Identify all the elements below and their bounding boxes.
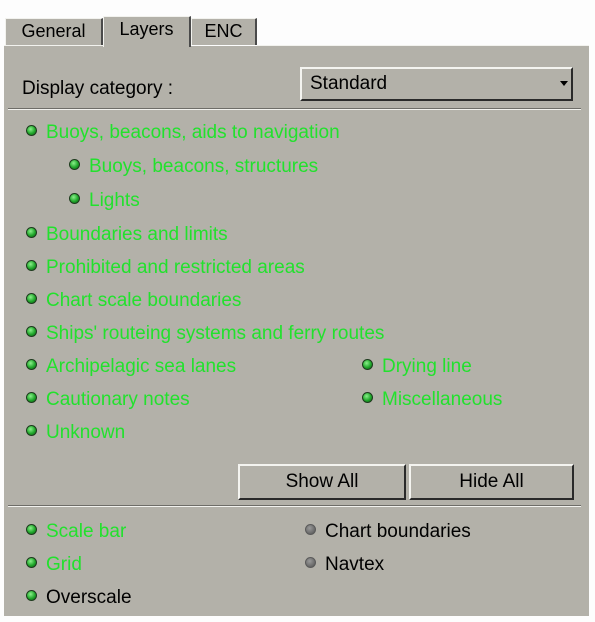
layer-label: Ships' routeing systems and ferry routes <box>46 323 385 344</box>
chevron-down-icon[interactable] <box>560 81 568 86</box>
option-label: Overscale <box>46 587 132 608</box>
layer-archipelagic-sea-lanes[interactable]: Archipelagic sea lanes <box>26 355 236 379</box>
radio-on-icon <box>26 260 37 272</box>
tab-general[interactable]: General <box>5 18 103 45</box>
radio-on-icon <box>26 293 37 305</box>
option-scale-bar[interactable]: Scale bar <box>26 520 126 544</box>
option-label: Grid <box>46 554 82 575</box>
radio-on-icon <box>362 359 373 371</box>
divider <box>8 506 581 507</box>
layer-prohibited-areas[interactable]: Prohibited and restricted areas <box>26 256 305 280</box>
radio-on-icon <box>26 227 37 239</box>
layer-label: Lights <box>89 190 140 211</box>
layer-label: Prohibited and restricted areas <box>46 257 305 278</box>
option-chart-boundaries[interactable]: Chart boundaries <box>305 520 471 544</box>
layer-lights[interactable]: Lights <box>69 189 140 213</box>
option-overscale[interactable]: Overscale <box>26 586 132 610</box>
layer-routeing-systems[interactable]: Ships' routeing systems and ferry routes <box>26 322 384 346</box>
display-category-value: Standard <box>310 73 388 94</box>
radio-on-icon <box>26 425 37 437</box>
hide-all-button[interactable]: Hide All <box>409 464 574 500</box>
layer-miscellaneous[interactable]: Miscellaneous <box>362 388 502 412</box>
layer-cautionary-notes[interactable]: Cautionary notes <box>26 388 190 412</box>
tab-layers[interactable]: Layers <box>103 16 191 47</box>
layer-label: Buoys, beacons, aids to navigation <box>46 122 340 143</box>
layer-label: Unknown <box>46 422 126 443</box>
layer-buoys-beacons-structures[interactable]: Buoys, beacons, structures <box>69 155 318 179</box>
radio-on-icon <box>26 590 37 602</box>
option-label: Scale bar <box>46 521 127 542</box>
tab-edge <box>4 45 103 46</box>
layer-label: Drying line <box>382 356 472 377</box>
radio-on-icon <box>26 359 37 371</box>
display-category-select[interactable]: Standard <box>300 67 573 101</box>
option-label: Navtex <box>325 554 385 575</box>
layer-label: Miscellaneous <box>382 389 503 410</box>
option-label: Chart boundaries <box>325 521 471 542</box>
radio-on-icon <box>362 392 373 404</box>
tab-edge <box>257 45 589 46</box>
radio-on-icon <box>26 392 37 404</box>
layer-unknown[interactable]: Unknown <box>26 421 125 445</box>
layer-buoys-beacons-aids[interactable]: Buoys, beacons, aids to navigation <box>26 121 340 145</box>
layer-chart-scale-boundaries[interactable]: Chart scale boundaries <box>26 289 241 313</box>
radio-off-icon <box>305 557 316 569</box>
radio-on-icon <box>69 193 80 205</box>
display-category-label: Display category : <box>22 78 174 99</box>
layer-boundaries-limits[interactable]: Boundaries and limits <box>26 223 228 247</box>
layer-label: Buoys, beacons, structures <box>89 156 319 177</box>
radio-on-icon <box>26 557 37 569</box>
layers-panel: General Layers ENC Display category : St… <box>4 8 589 616</box>
layer-label: Cautionary notes <box>46 389 190 410</box>
radio-off-icon <box>305 524 316 536</box>
layer-drying-line[interactable]: Drying line <box>362 355 472 379</box>
option-navtex[interactable]: Navtex <box>305 553 384 577</box>
layer-label: Archipelagic sea lanes <box>46 356 237 377</box>
option-grid[interactable]: Grid <box>26 553 82 577</box>
divider <box>8 109 581 110</box>
layer-label: Chart scale boundaries <box>46 290 242 311</box>
radio-on-icon <box>69 159 80 171</box>
layer-label: Boundaries and limits <box>46 224 228 245</box>
show-all-button[interactable]: Show All <box>238 464 406 500</box>
tab-bar: General Layers ENC <box>4 8 589 47</box>
radio-on-icon <box>26 524 37 536</box>
radio-on-icon <box>26 125 37 137</box>
tab-enc[interactable]: ENC <box>191 18 257 45</box>
radio-on-icon <box>26 326 37 338</box>
